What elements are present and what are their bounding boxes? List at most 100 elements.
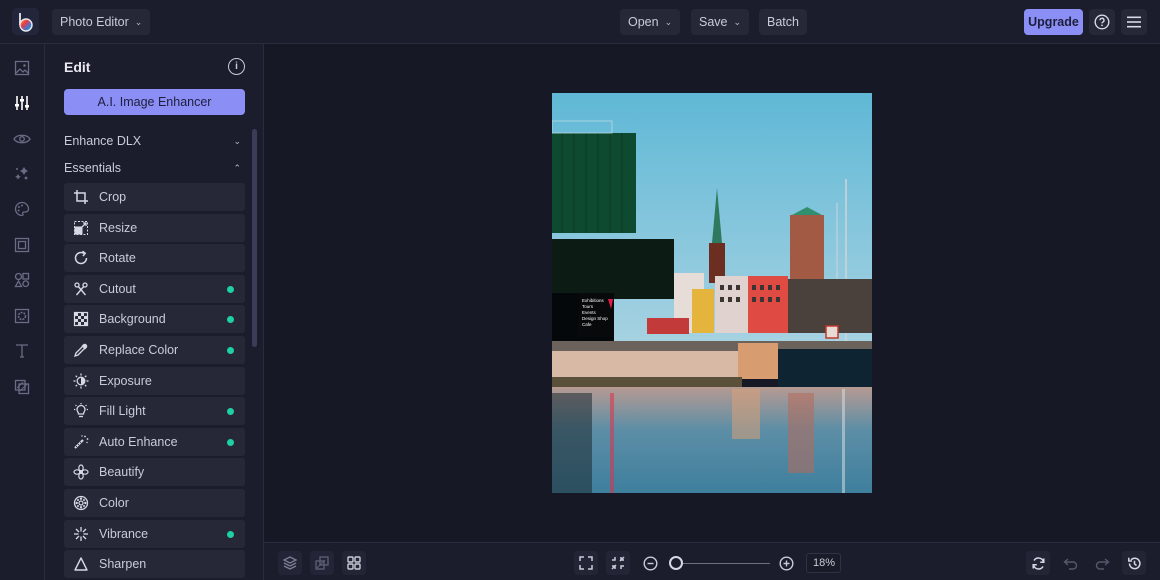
panel-scrollbar[interactable] xyxy=(252,129,257,347)
exposure-icon xyxy=(73,373,89,389)
sign-line: Cafe xyxy=(582,322,592,327)
zoom-percent-field[interactable]: 18% xyxy=(806,553,841,573)
color-wheel-icon xyxy=(73,495,89,511)
tool-cutout[interactable]: Cutout xyxy=(64,274,245,303)
premium-indicator-dot xyxy=(227,347,234,354)
tool-label: Fill Light xyxy=(99,404,146,419)
top-bar: Photo Editor ⌄ Open ⌄ Save ⌄ Batch Upgra… xyxy=(0,0,1160,44)
rotate-icon xyxy=(73,250,89,266)
help-button[interactable] xyxy=(1089,9,1115,35)
rail-item-textures[interactable] xyxy=(12,377,32,397)
crop-icon xyxy=(73,189,89,205)
flower-icon xyxy=(73,464,89,480)
grid-view-button[interactable] xyxy=(342,551,366,575)
open-label: Open xyxy=(628,15,659,29)
rail-item-effects[interactable] xyxy=(12,164,32,184)
sign-line: Exhibitions xyxy=(582,298,605,303)
lightbulb-icon xyxy=(73,403,89,419)
tool-resize[interactable]: Resize xyxy=(64,213,245,242)
tool-label: Vibrance xyxy=(99,526,149,541)
expand-icon xyxy=(579,556,593,570)
checkerboard-icon xyxy=(73,311,89,327)
ai-image-enhancer-button[interactable]: A.I. Image Enhancer xyxy=(64,89,245,115)
open-button[interactable]: Open ⌄ xyxy=(620,9,681,35)
shapes-icon xyxy=(14,272,30,288)
app-logo[interactable] xyxy=(12,8,39,35)
info-icon[interactable]: i xyxy=(228,58,245,75)
history-button[interactable] xyxy=(1122,551,1146,575)
tool-background[interactable]: Background xyxy=(64,305,245,334)
chevron-down-icon: ⌄ xyxy=(664,16,673,27)
layers-icon xyxy=(282,556,298,570)
section-essentials[interactable]: Essentials ⌃ xyxy=(64,158,245,178)
rail-item-overlays[interactable] xyxy=(12,306,32,326)
tool-sharpen[interactable]: Sharpen xyxy=(64,550,245,579)
history-icon xyxy=(1127,557,1141,569)
tool-label: Replace Color xyxy=(99,343,179,357)
bottom-toolbar: 18% xyxy=(264,542,1160,580)
tool-color[interactable]: Color xyxy=(64,489,245,517)
scissors-icon xyxy=(73,281,89,297)
triangle-icon xyxy=(73,556,89,572)
zoom-slider-track[interactable] xyxy=(675,563,770,564)
rail-item-image-manager[interactable] xyxy=(12,58,32,78)
tool-rotate[interactable]: Rotate xyxy=(64,244,245,273)
overlay-icon xyxy=(14,308,30,324)
rail-item-touch-up[interactable] xyxy=(12,129,32,149)
photo-canvas[interactable]: Exhibitions Tours Events Design Shop Caf… xyxy=(552,93,872,493)
tool-label: Beautify xyxy=(99,465,145,480)
tool-fill-light[interactable]: Fill Light xyxy=(64,397,245,426)
tool-exposure[interactable]: Exposure xyxy=(64,366,245,395)
section-label: Enhance DLX xyxy=(64,134,142,148)
upgrade-button[interactable]: Upgrade xyxy=(1024,9,1083,35)
tool-vibrance[interactable]: Vibrance xyxy=(64,519,245,548)
zoom-slider-thumb[interactable] xyxy=(669,556,683,570)
shrink-icon xyxy=(611,556,625,570)
rail-item-frames[interactable] xyxy=(12,235,32,255)
tool-label: Color xyxy=(99,496,129,510)
premium-indicator-dot xyxy=(227,530,234,538)
chevron-down-icon: ⌄ xyxy=(233,135,241,146)
save-button[interactable]: Save ⌄ xyxy=(691,9,750,35)
rail-item-edit[interactable] xyxy=(12,93,32,113)
fit-to-screen-button[interactable] xyxy=(574,551,598,575)
section-label: Essentials xyxy=(64,161,121,175)
eye-icon xyxy=(13,134,31,144)
tool-replace-color[interactable]: Replace Color xyxy=(64,336,245,364)
rail-item-text[interactable] xyxy=(12,341,32,361)
tool-crop[interactable]: Crop xyxy=(64,183,245,211)
palette-icon xyxy=(14,201,30,217)
tool-label: Rotate xyxy=(99,251,136,266)
redo-button[interactable] xyxy=(1090,551,1114,575)
tool-label: Sharpen xyxy=(99,557,147,572)
reset-button[interactable] xyxy=(1026,551,1050,575)
section-enhance-dlx[interactable]: Enhance DLX ⌄ xyxy=(64,131,245,151)
tool-beautify[interactable]: Beautify xyxy=(64,458,245,487)
text-icon xyxy=(16,344,28,358)
photo-editor-dropdown[interactable]: Photo Editor ⌄ xyxy=(52,9,151,35)
refresh-icon xyxy=(1031,556,1045,570)
zoom-out-button[interactable] xyxy=(638,551,662,575)
layers-button[interactable] xyxy=(278,551,302,575)
undo-button[interactable] xyxy=(1058,551,1082,575)
rail-item-artsy[interactable] xyxy=(12,199,32,219)
minus-circle-icon xyxy=(642,555,658,571)
tool-label: Auto Enhance xyxy=(99,434,178,449)
menu-button[interactable] xyxy=(1121,9,1147,35)
actual-size-button[interactable] xyxy=(606,551,630,575)
save-label: Save xyxy=(699,15,728,29)
sparkle-icon xyxy=(15,167,28,180)
transparency-button[interactable] xyxy=(310,551,334,575)
chevron-up-icon: ⌃ xyxy=(233,162,241,173)
premium-indicator-dot xyxy=(227,285,234,293)
tool-auto-enhance[interactable]: Auto Enhance xyxy=(64,427,245,456)
sign-line: Events xyxy=(582,310,597,315)
frame-icon xyxy=(14,237,30,253)
tool-label: Cutout xyxy=(99,281,136,296)
batch-label: Batch xyxy=(767,15,799,29)
transparency-icon xyxy=(315,556,329,570)
batch-button[interactable]: Batch xyxy=(759,9,807,35)
rail-item-graphics[interactable] xyxy=(12,270,32,290)
undo-icon xyxy=(1062,557,1077,570)
zoom-in-button[interactable] xyxy=(774,551,798,575)
